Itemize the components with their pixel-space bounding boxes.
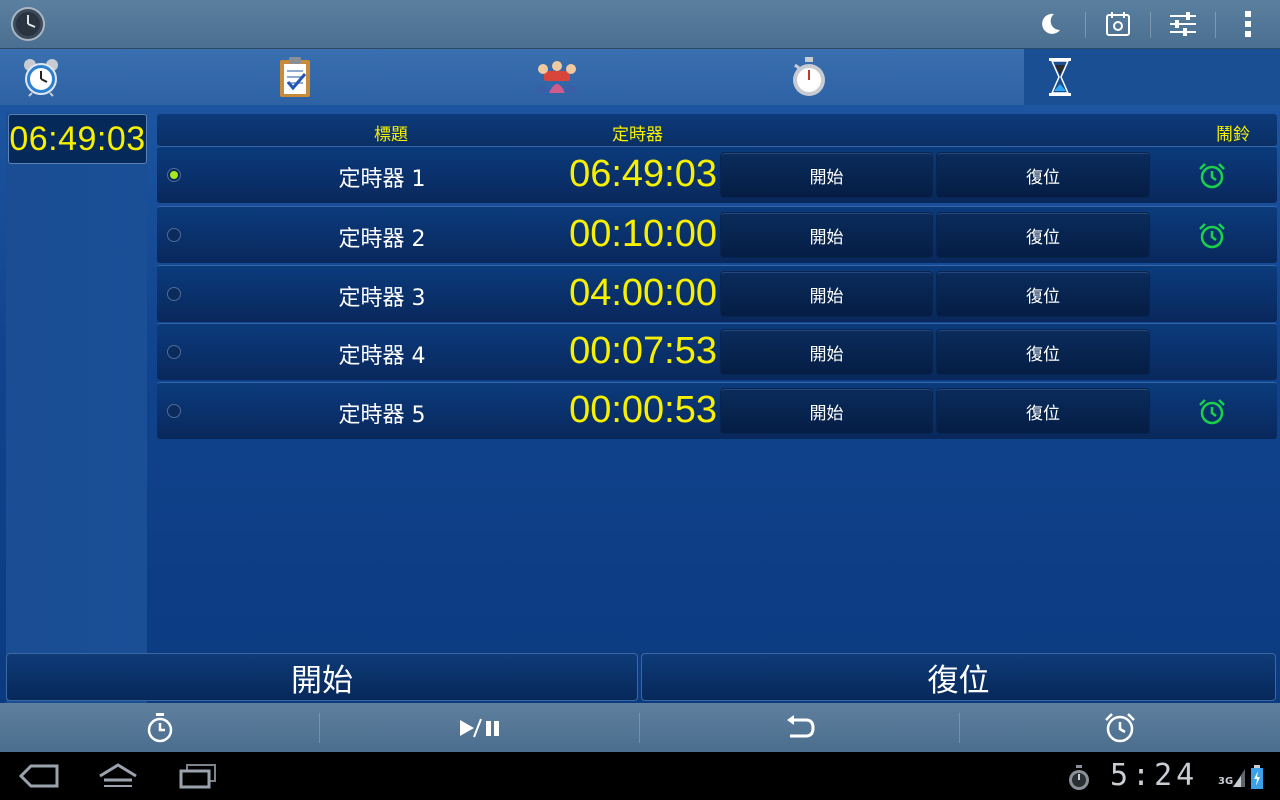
undo-icon xyxy=(787,714,815,737)
back-icon xyxy=(18,764,59,788)
reset-button[interactable]: 復位 xyxy=(936,329,1150,375)
timer-select-radio[interactable] xyxy=(167,168,181,182)
timer-time: 00:10:00 xyxy=(569,213,717,255)
tab-group[interactable] xyxy=(512,49,768,105)
alarm-icon[interactable] xyxy=(1197,221,1227,251)
timer-row[interactable]: 定時器 5 00:00:53 開始 復位 xyxy=(157,382,1277,439)
timer-row[interactable]: 定時器 1 06:49:03 開始 復位 xyxy=(157,146,1277,203)
system-clock[interactable]: 5:24 xyxy=(1110,758,1198,793)
column-header-alarm: 鬧鈴 xyxy=(1216,125,1250,145)
timer-select-radio[interactable] xyxy=(167,345,181,359)
app-clock-icon[interactable] xyxy=(10,6,46,42)
play-pause-button[interactable] xyxy=(320,703,640,752)
timer-select-radio[interactable] xyxy=(167,228,181,242)
home-icon xyxy=(99,763,137,787)
stopwatch-notification-icon[interactable] xyxy=(1066,764,1092,792)
recent-apps-button[interactable] xyxy=(176,760,220,792)
reset-button[interactable]: 復位 xyxy=(936,152,1150,198)
recent-apps-icon xyxy=(179,764,216,789)
timer-title: 定時器 1 xyxy=(338,167,426,192)
control-bar xyxy=(0,703,1280,752)
timer-time: 00:00:53 xyxy=(569,389,717,431)
start-button[interactable]: 開始 xyxy=(720,271,933,317)
start-button[interactable]: 開始 xyxy=(720,329,933,375)
calendar-button[interactable] xyxy=(1086,0,1150,48)
battery-icon xyxy=(1251,765,1263,789)
people-group-icon xyxy=(536,61,578,93)
timer-title: 定時器 3 xyxy=(338,286,426,311)
overflow-menu-button[interactable] xyxy=(1216,0,1280,48)
tab-bar xyxy=(0,49,1280,105)
start-all-button[interactable]: 開始 xyxy=(6,653,638,701)
timer-table-header: 標題 定時器 鬧鈴 xyxy=(157,114,1277,146)
alarm-icon[interactable] xyxy=(1197,397,1227,427)
alarm-clock-icon xyxy=(24,59,58,97)
play-pause-icon xyxy=(460,718,499,737)
timer-time: 00:07:53 xyxy=(569,330,717,372)
reset-button[interactable]: 復位 xyxy=(936,212,1150,258)
tab-timer[interactable] xyxy=(1024,49,1280,105)
action-bar xyxy=(0,0,1280,49)
column-header-timer: 定時器 xyxy=(612,125,663,145)
clipboard-icon xyxy=(280,57,310,97)
stopwatch-icon xyxy=(793,57,825,96)
timer-row[interactable]: 定時器 3 04:00:00 開始 復位 xyxy=(157,265,1277,322)
column-header-title: 標題 xyxy=(374,125,408,145)
timer-select-radio[interactable] xyxy=(167,404,181,418)
tab-checklist[interactable] xyxy=(256,49,512,105)
timer-title: 定時器 4 xyxy=(338,344,426,369)
home-button[interactable] xyxy=(96,760,140,792)
settings-button[interactable] xyxy=(1151,0,1215,48)
timer-row[interactable]: 定時器 2 00:10:00 開始 復位 xyxy=(157,206,1277,263)
timer-title: 定時器 5 xyxy=(338,403,426,428)
timer-title: 定時器 2 xyxy=(338,227,426,252)
network-type-label: 3G xyxy=(1218,776,1234,787)
hourglass-icon xyxy=(1049,58,1071,96)
tab-stopwatch[interactable] xyxy=(768,49,1024,105)
sliders-icon xyxy=(1170,12,1196,36)
timer-content: 06:49:03 標題 定時器 鬧鈴 定時器 1 06:49:03 開始 復位 … xyxy=(0,105,1280,703)
current-timer-display: 06:49:03 xyxy=(8,114,147,164)
alarm-icon[interactable] xyxy=(1197,161,1227,191)
system-bar: 5:24 3G xyxy=(0,752,1280,800)
moon-icon xyxy=(1042,13,1060,34)
timer-time: 04:00:00 xyxy=(569,272,717,314)
timer-time: 06:49:03 xyxy=(569,153,717,195)
side-panel xyxy=(6,113,147,703)
start-button[interactable]: 開始 xyxy=(720,152,933,198)
reset-button[interactable]: 復位 xyxy=(936,271,1150,317)
reset-button[interactable]: 復位 xyxy=(936,388,1150,434)
back-button[interactable] xyxy=(16,760,60,792)
alarm-button[interactable] xyxy=(960,703,1280,752)
timer-row[interactable]: 定時器 4 00:07:53 開始 復位 xyxy=(157,323,1277,380)
night-mode-button[interactable] xyxy=(1018,0,1082,48)
tab-alarm[interactable] xyxy=(0,49,256,105)
reset-all-button[interactable]: 復位 xyxy=(641,653,1276,701)
alarm-clock-icon xyxy=(1105,712,1135,742)
timer-select-radio[interactable] xyxy=(167,287,181,301)
timer-button[interactable] xyxy=(0,703,320,752)
more-vert-icon xyxy=(1245,11,1251,37)
timer-icon xyxy=(147,712,173,742)
calendar-icon xyxy=(1106,12,1130,36)
start-button[interactable]: 開始 xyxy=(720,212,933,258)
signal-icon xyxy=(1233,769,1245,787)
undo-button[interactable] xyxy=(640,703,960,752)
start-button[interactable]: 開始 xyxy=(720,388,933,434)
